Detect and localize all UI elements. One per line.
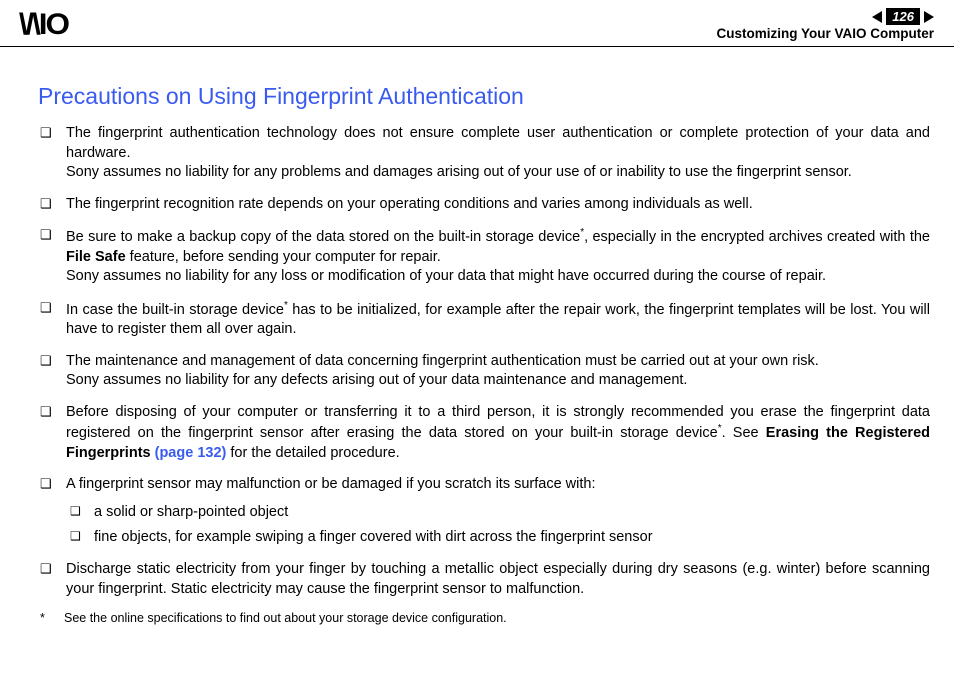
list-item: Be sure to make a backup copy of the dat… bbox=[38, 226, 930, 287]
text: a solid or sharp-pointed object bbox=[94, 504, 288, 520]
sub-list: a solid or sharp-pointed object fine obj… bbox=[66, 503, 930, 548]
page-number: 126 bbox=[886, 8, 920, 25]
list-item: Discharge static electricity from your f… bbox=[38, 560, 930, 599]
header-right: 126 Customizing Your VAIO Computer bbox=[716, 8, 934, 41]
page-navigation: 126 bbox=[716, 8, 934, 25]
text: The maintenance and management of data c… bbox=[66, 353, 819, 369]
list-item: Before disposing of your computer or tra… bbox=[38, 403, 930, 464]
text: for the detailed procedure. bbox=[226, 445, 399, 461]
text: . See bbox=[722, 425, 766, 441]
list-item: The fingerprint authentication technolog… bbox=[38, 124, 930, 183]
text: , especially in the encrypted archives c… bbox=[584, 229, 930, 245]
text: feature, before sending your computer fo… bbox=[126, 249, 441, 265]
text: A fingerprint sensor may malfunction or … bbox=[66, 476, 596, 492]
next-page-icon[interactable] bbox=[924, 11, 934, 23]
text: Sony assumes no liability for any loss o… bbox=[66, 268, 826, 284]
page-title: Precautions on Using Fingerprint Authent… bbox=[38, 83, 930, 110]
text: fine objects, for example swiping a fing… bbox=[94, 529, 653, 545]
prev-page-icon[interactable] bbox=[872, 11, 882, 23]
text: Be sure to make a backup copy of the dat… bbox=[66, 229, 580, 245]
text: The fingerprint authentication technolog… bbox=[66, 125, 930, 161]
footnote: * See the online specifications to find … bbox=[38, 611, 930, 625]
section-title: Customizing Your VAIO Computer bbox=[716, 26, 934, 41]
page-content: Precautions on Using Fingerprint Authent… bbox=[0, 47, 954, 625]
vaio-logo: \/\IO bbox=[19, 8, 68, 42]
footnote-text: See the online specifications to find ou… bbox=[64, 611, 507, 625]
list-item: A fingerprint sensor may malfunction or … bbox=[38, 475, 930, 548]
list-item: a solid or sharp-pointed object bbox=[66, 503, 930, 523]
bold-text: File Safe bbox=[66, 249, 126, 265]
list-item: The maintenance and management of data c… bbox=[38, 352, 930, 391]
footnote-marker: * bbox=[40, 611, 64, 625]
text: The fingerprint recognition rate depends… bbox=[66, 196, 753, 212]
text: In case the built-in storage device bbox=[66, 302, 284, 318]
text: Sony assumes no liability for any defect… bbox=[66, 372, 687, 388]
list-item: In case the built-in storage device* has… bbox=[38, 299, 930, 340]
list-item: The fingerprint recognition rate depends… bbox=[38, 195, 930, 215]
page-link[interactable]: (page 132) bbox=[155, 445, 227, 461]
text: Sony assumes no liability for any proble… bbox=[66, 164, 852, 180]
text: Discharge static electricity from your f… bbox=[66, 561, 930, 597]
page-header: \/\IO 126 Customizing Your VAIO Computer bbox=[0, 0, 954, 47]
list-item: fine objects, for example swiping a fing… bbox=[66, 528, 930, 548]
precautions-list: The fingerprint authentication technolog… bbox=[38, 124, 930, 599]
